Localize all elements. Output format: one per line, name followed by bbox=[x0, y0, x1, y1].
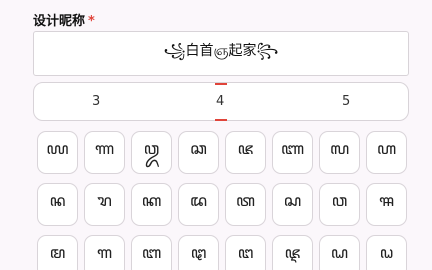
symbol-key[interactable]: ꦱ bbox=[272, 183, 313, 226]
symbol-key[interactable]: ꦗ bbox=[225, 131, 266, 174]
selected-page-indicator-top bbox=[215, 83, 227, 85]
required-asterisk: * bbox=[88, 14, 95, 29]
page-selector[interactable]: 3 4 5 bbox=[33, 82, 409, 121]
symbol-key[interactable]: ꦤ bbox=[37, 183, 78, 226]
nickname-label-text: 设计昵称 bbox=[33, 14, 86, 29]
symbol-key[interactable]: ꦮ bbox=[319, 183, 360, 226]
nickname-label: 设计昵称 * bbox=[33, 10, 95, 29]
symbol-key[interactable]: ꦎ bbox=[131, 131, 172, 174]
symbol-key[interactable]: ꦯ bbox=[366, 183, 407, 226]
symbol-key[interactable]: ꦟ bbox=[84, 131, 125, 174]
symbol-key[interactable]: ꦝ bbox=[319, 235, 360, 270]
selected-page-indicator-bottom bbox=[215, 119, 227, 121]
symbol-key[interactable]: ꦕ bbox=[178, 131, 219, 174]
symbol-key[interactable]: ꦩ bbox=[37, 235, 78, 270]
symbol-key[interactable]: ꦔ bbox=[225, 235, 266, 270]
symbol-keyboard: ꦪ ꦟ ꦎ ꦕ ꦗ ꦚ ꦭ ꦲ ꦤ ꦫ ꦏ ꦢ ꦠ ꦱ ꦮ ꦯ ꦩ ꦒ ꦧ ꦛ … bbox=[37, 131, 409, 270]
symbol-key[interactable]: ꦏ bbox=[131, 183, 172, 226]
symbol-key[interactable]: ꦪ bbox=[37, 131, 78, 174]
symbol-key[interactable]: ꦘ bbox=[272, 235, 313, 270]
nickname-value: ꧁白首ஞ起家꧂ bbox=[163, 43, 279, 59]
symbol-key[interactable]: ꦢ bbox=[178, 183, 219, 226]
symbol-key[interactable]: ꦲ bbox=[366, 131, 407, 174]
symbol-key[interactable]: ꦭ bbox=[319, 131, 360, 174]
symbol-key[interactable]: ꦞ bbox=[366, 235, 407, 270]
symbol-key[interactable]: ꦒ bbox=[84, 235, 125, 270]
page-option[interactable]: 3 bbox=[92, 94, 100, 109]
nickname-input[interactable]: ꧁白首ஞ起家꧂ bbox=[33, 31, 409, 76]
symbol-key[interactable]: ꦛ bbox=[178, 235, 219, 270]
symbol-key[interactable]: ꦚ bbox=[272, 131, 313, 174]
symbol-key[interactable]: ꦧ bbox=[131, 235, 172, 270]
page-option[interactable]: 5 bbox=[342, 94, 350, 109]
symbol-key[interactable]: ꦫ bbox=[84, 183, 125, 226]
page-option-selected[interactable]: 4 bbox=[216, 94, 224, 109]
symbol-key[interactable]: ꦠ bbox=[225, 183, 266, 226]
